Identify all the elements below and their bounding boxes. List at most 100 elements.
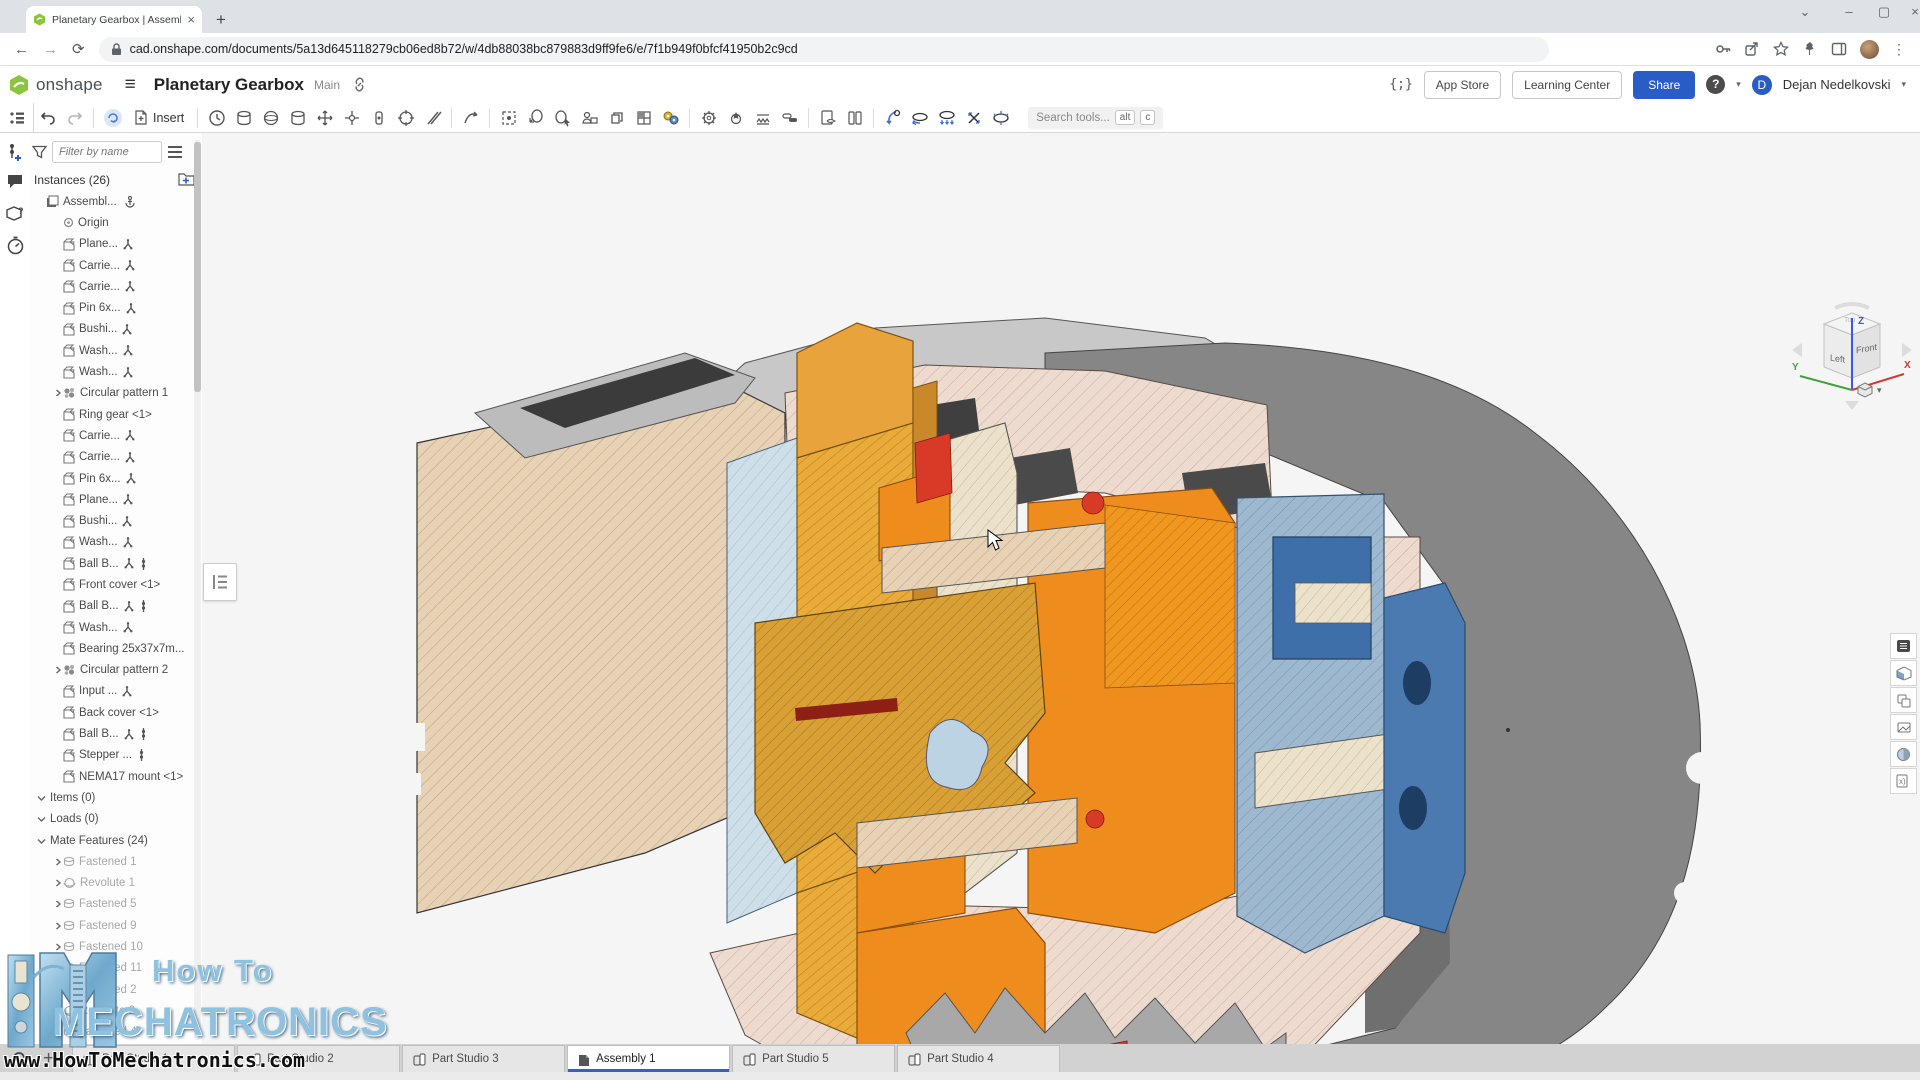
side-panel-icon[interactable] [1831, 41, 1847, 57]
tree-item[interactable]: Assembl... [30, 191, 190, 212]
interference-icon[interactable] [962, 106, 986, 130]
tree-item[interactable]: Stepper ... [30, 745, 190, 766]
redo-icon[interactable] [63, 106, 87, 130]
tree-item[interactable]: Bushi... [30, 319, 190, 340]
compare-icon[interactable] [843, 106, 867, 130]
tangent-mate-icon[interactable] [394, 106, 418, 130]
ball-mate-icon[interactable] [340, 106, 364, 130]
planar-mate-icon[interactable] [313, 106, 337, 130]
undo-icon[interactable] [36, 106, 60, 130]
display-states-icon[interactable] [816, 106, 840, 130]
kebab-menu-icon[interactable]: ⋮ [1892, 41, 1906, 58]
user-name[interactable]: Dejan Nedelkovski [1783, 77, 1891, 92]
tree-item[interactable]: Origin [30, 212, 190, 233]
tree-item[interactable]: Carrie... [30, 276, 190, 297]
tree-item[interactable]: Ball B... [30, 723, 190, 744]
animate-icon[interactable] [881, 106, 905, 130]
tree-item[interactable]: Wash... [30, 617, 190, 638]
learning-center-button[interactable]: Learning Center [1512, 71, 1622, 99]
screw-relation-icon[interactable] [778, 106, 802, 130]
replicate-icon[interactable] [551, 106, 575, 130]
appearance-icon[interactable] [659, 106, 683, 130]
timer-icon[interactable] [6, 236, 25, 255]
user-caret-icon[interactable]: ▾ [1901, 79, 1906, 90]
tree-item[interactable]: Wash... [30, 361, 190, 382]
tree-item[interactable]: Bushi... [30, 510, 190, 531]
named-positions-icon[interactable] [578, 106, 602, 130]
mate-connector-icon[interactable] [6, 143, 24, 163]
onshape-logo[interactable]: onshape [8, 74, 103, 96]
box-select-icon[interactable] [497, 106, 521, 130]
tree-item[interactable]: Carrie... [30, 425, 190, 446]
mate-feature-item[interactable]: Fastened 9 [30, 915, 190, 936]
tree-section[interactable]: Items (0) [30, 787, 190, 808]
mate-feature-item[interactable]: Fastened 5 [30, 894, 190, 915]
insert-subassembly-icon[interactable] [178, 171, 195, 186]
tree-item[interactable]: Wash... [30, 340, 190, 361]
gear-mate-icon[interactable] [724, 106, 748, 130]
extensions-pin-icon[interactable] [1802, 41, 1818, 57]
list-view-icon[interactable] [167, 145, 183, 159]
drawing-panel-button[interactable] [1890, 714, 1917, 740]
tree-item[interactable]: Ball B... [30, 553, 190, 574]
fastened-mate-icon[interactable] [232, 106, 256, 130]
window-close-icon[interactable]: × [1902, 4, 1920, 19]
browser-profile-avatar[interactable] [1860, 40, 1879, 59]
tree-item[interactable]: Front cover <1> [30, 574, 190, 595]
password-key-icon[interactable] [1715, 41, 1731, 57]
tab-search-icon[interactable] [12, 1051, 29, 1068]
tree-item[interactable]: Pin 6x... [30, 468, 190, 489]
rollback-clock-icon[interactable] [205, 106, 229, 130]
sync-icon[interactable] [101, 106, 125, 130]
tree-item[interactable]: Ring gear <1> [30, 404, 190, 425]
forward-icon[interactable]: → [43, 41, 58, 58]
tree-item[interactable]: Carrie... [30, 255, 190, 276]
reload-icon[interactable]: ⟳ [72, 40, 85, 58]
snap-mode-icon[interactable] [459, 106, 483, 130]
gear-relation-icon[interactable] [697, 106, 721, 130]
comments-icon[interactable] [6, 173, 24, 189]
tree-item[interactable]: Plane... [30, 489, 190, 510]
tree-item[interactable]: Carrie... [30, 447, 190, 468]
tree-item[interactable]: NEMA17 mount <1> [30, 766, 190, 787]
tree-item[interactable]: Ball B... [30, 596, 190, 617]
help-caret-icon[interactable]: ▾ [1736, 79, 1741, 90]
panel-collapse-toggle[interactable] [203, 563, 237, 601]
window-minimize-icon[interactable]: – [1836, 4, 1862, 19]
mate-feature-item[interactable]: Fastened 2 [30, 979, 190, 1000]
material-panel-button[interactable] [1890, 741, 1917, 767]
new-tab-button[interactable]: + [210, 9, 232, 31]
bom-table-icon[interactable] [632, 106, 656, 130]
rack-pinion-icon[interactable] [751, 106, 775, 130]
document-tab-part-studio-1[interactable]: Part Studio 1 [72, 1045, 235, 1072]
pin-slot-mate-icon[interactable] [367, 106, 391, 130]
tree-item[interactable]: Plane... [30, 234, 190, 255]
document-menu-icon[interactable]: ≡ [125, 74, 136, 96]
configuration-panel-button[interactable]: x) [1890, 768, 1917, 794]
exploded-view-icon[interactable] [935, 106, 959, 130]
section-view-icon[interactable] [908, 106, 932, 130]
group-icon[interactable] [605, 106, 629, 130]
filter-input[interactable] [52, 141, 162, 163]
panel-scrollbar-thumb[interactable] [194, 142, 201, 392]
tree-item[interactable]: Input ... [30, 681, 190, 702]
mate-feature-item[interactable]: Fastened 10 [30, 936, 190, 957]
workspace-label[interactable]: Main [314, 78, 340, 92]
search-tools-input[interactable]: Search tools... alt c [1028, 107, 1163, 129]
3d-viewport[interactable]: Left Front Top Z X Y ▾ x) [0, 133, 1920, 1044]
help-icon[interactable]: ? [1706, 75, 1725, 94]
mate-feature-item[interactable]: Revolute 1 [30, 873, 190, 894]
browser-tab[interactable]: Planetary Gearbox | Assembly 1 × [26, 6, 202, 33]
document-tab-part-studio-4[interactable]: Part Studio 4 [897, 1045, 1060, 1072]
parallel-mate-icon[interactable] [421, 106, 445, 130]
share-button[interactable]: Share [1633, 71, 1695, 99]
mate-feature-item[interactable]: Revolute 2 [30, 1000, 190, 1021]
view-settings-button[interactable]: ▾ [1856, 381, 1882, 399]
share-page-icon[interactable] [1744, 41, 1760, 57]
insert-button[interactable]: Insert [126, 110, 192, 125]
user-avatar[interactable]: D [1752, 75, 1772, 95]
feature-list-toggle-button[interactable] [0, 103, 34, 133]
revolute-mate-icon[interactable] [259, 106, 283, 130]
tree-section[interactable]: Mate Features (24) [30, 830, 190, 851]
instances-panel-button[interactable] [1890, 687, 1917, 713]
